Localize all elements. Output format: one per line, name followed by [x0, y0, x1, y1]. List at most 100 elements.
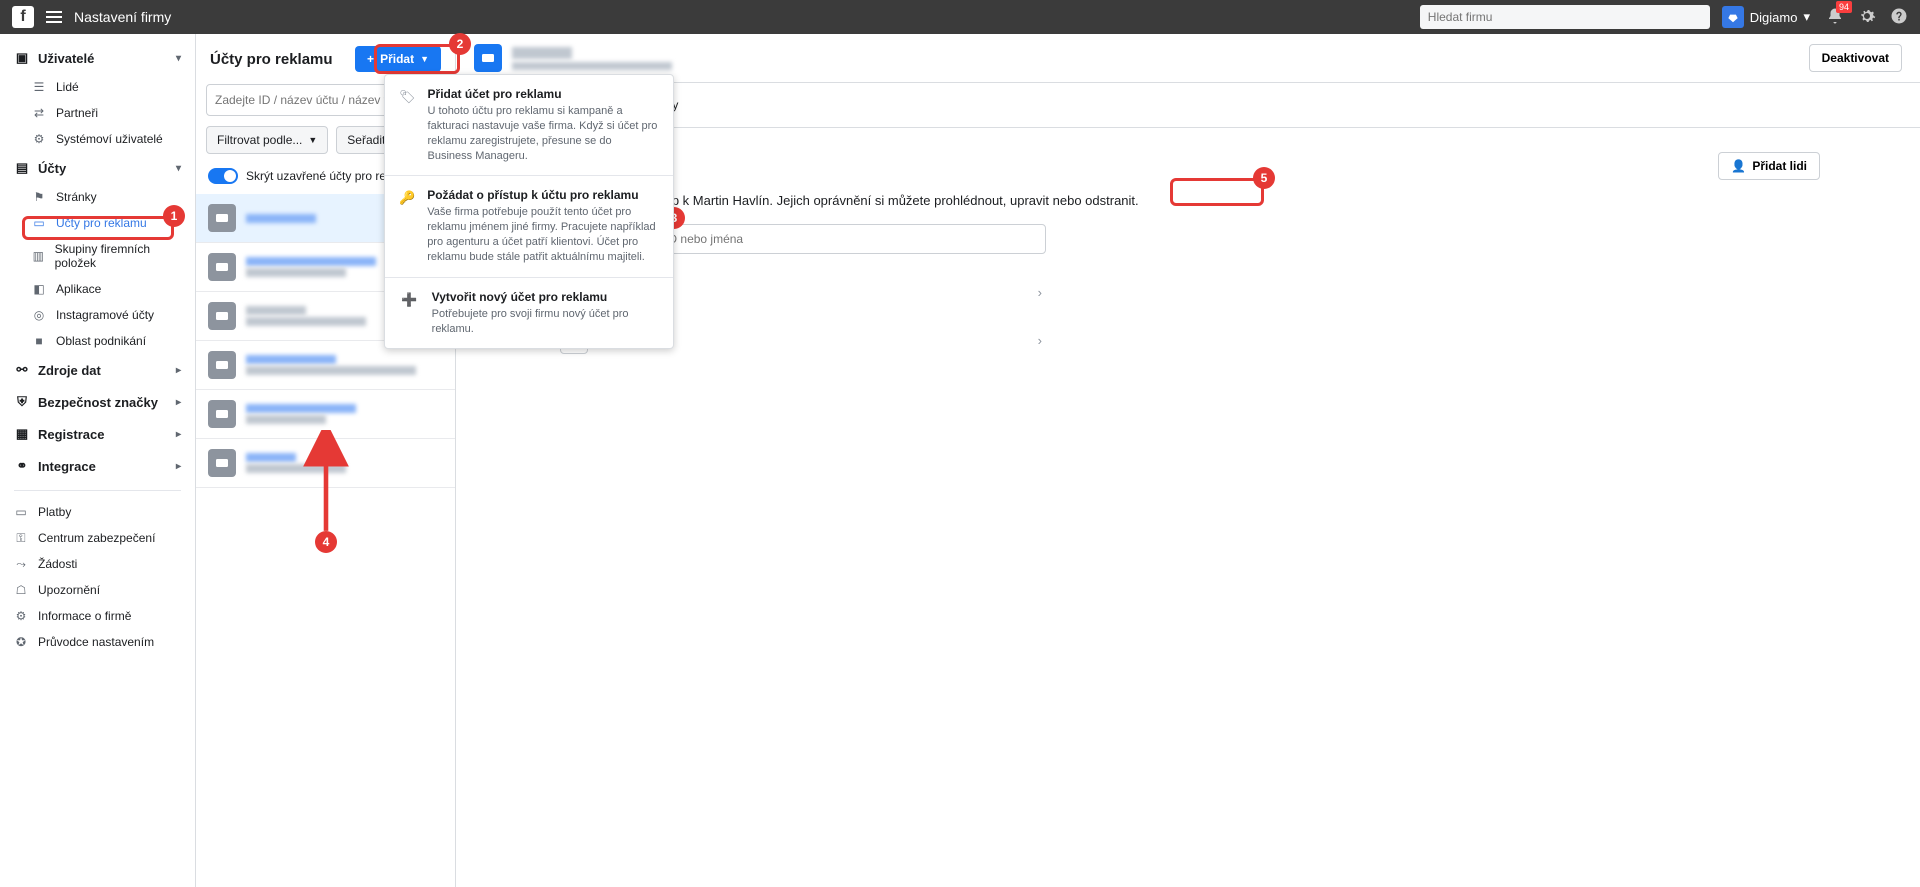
- sidebar-item-setup-guide[interactable]: ✪Průvodce nastavením: [0, 629, 195, 655]
- redacted-text: [246, 464, 346, 473]
- dropdown-request-access[interactable]: 🔑 Požádat o přístup k účtu pro reklamuVa…: [385, 176, 673, 276]
- ad-account-icon: ▭: [32, 216, 46, 230]
- card-icon: ▭: [14, 505, 28, 519]
- person-icon: ☰: [32, 80, 46, 94]
- shield-icon: ⛨: [14, 394, 30, 410]
- chevron-right-icon: ▸: [176, 461, 181, 472]
- people-description: Tihle lidé mají přístup k Martin Havlín.…: [556, 192, 1820, 210]
- main-content: Deaktivovat 🔗 Přidat položky né položky …: [456, 34, 1920, 887]
- tag-icon: 🏷: [399, 87, 416, 163]
- business-search[interactable]: [1420, 5, 1710, 29]
- redacted-text: [246, 415, 326, 424]
- gear-icon: ⚙: [32, 132, 46, 146]
- notifications-icon[interactable]: 94: [1826, 7, 1844, 28]
- instagram-icon: ◎: [32, 308, 46, 322]
- requests-icon: ⤳: [14, 557, 28, 571]
- sidebar-section-data-sources[interactable]: ⚯Zdroje dat ▸: [0, 354, 195, 386]
- account-row[interactable]: [196, 439, 455, 488]
- redacted-text: [246, 268, 346, 277]
- business-search-input[interactable]: [1420, 5, 1710, 29]
- sidebar-item-system-users[interactable]: ⚙Systémoví uživatelé: [0, 126, 195, 152]
- settings-icon[interactable]: [1858, 7, 1876, 28]
- add-people-button[interactable]: 👤 Přidat lidi: [1718, 152, 1820, 180]
- plus-icon: +: [367, 52, 374, 66]
- redacted-text: [246, 257, 376, 266]
- sidebar-item-partners[interactable]: ⇄Partneři: [0, 100, 195, 126]
- sidebar-item-instagram[interactable]: ◎Instagramové účty: [0, 302, 195, 328]
- sidebar-item-security-center[interactable]: ⚿Centrum zabezpečení: [0, 525, 195, 551]
- apps-icon: ◧: [32, 282, 46, 296]
- ad-account-icon: [208, 449, 236, 477]
- sidebar-item-company-info[interactable]: ⚙Informace o firmě: [0, 603, 195, 629]
- ad-account-icon: [208, 400, 236, 428]
- sidebar-item-notifications[interactable]: ☖Upozornění: [0, 577, 195, 603]
- redacted-account-name: [512, 47, 572, 59]
- compass-icon: ✪: [14, 635, 28, 649]
- accounts-column-header: Účty pro reklamu: [210, 51, 333, 68]
- ad-account-icon: [208, 351, 236, 379]
- ad-account-icon: [208, 204, 236, 232]
- notification-badge: 94: [1836, 1, 1852, 13]
- business-selector[interactable]: Digiamo ▾: [1722, 6, 1810, 28]
- sidebar-item-business-area[interactable]: ■Oblast podnikání: [0, 328, 195, 354]
- redacted-text: [246, 317, 366, 326]
- briefcase-icon: ■: [32, 334, 46, 348]
- chevron-down-icon: ▾: [176, 53, 181, 64]
- sidebar-section-registration[interactable]: ▦Registrace ▸: [0, 418, 195, 450]
- dropdown-add-ad-account[interactable]: 🏷 Přidat účet pro reklamuU tohoto účtu p…: [385, 75, 673, 175]
- chevron-down-icon: ▾: [176, 163, 181, 174]
- sidebar-section-brand-safety[interactable]: ⛨Bezpečnost značky ▸: [0, 386, 195, 418]
- left-sidebar: ▣Uživatelé ▾ ☰Lidé ⇄Partneři ⚙Systémoví …: [0, 34, 196, 887]
- business-name: Digiamo: [1750, 10, 1798, 25]
- users-icon: ▣: [14, 50, 30, 66]
- ad-account-icon: [208, 302, 236, 330]
- hamburger-icon[interactable]: [46, 11, 62, 23]
- sidebar-item-pages[interactable]: ⚑Stránky: [0, 184, 195, 210]
- chevron-right-icon: ▸: [176, 397, 181, 408]
- redacted-text: [246, 306, 306, 315]
- key-icon: 🔑: [399, 188, 415, 264]
- deactivate-button[interactable]: Deaktivovat: [1809, 44, 1902, 72]
- caret-down-icon: ▼: [420, 54, 429, 64]
- add-dropdown: 🏷 Přidat účet pro reklamuU tohoto účtu p…: [384, 74, 674, 349]
- dropdown-create-new[interactable]: ➕ Vytvořit nový účet pro reklamuPotřebuj…: [385, 278, 673, 349]
- sidebar-item-business-groups[interactable]: ▥Skupiny firemních položek: [0, 236, 195, 276]
- chevron-right-icon: ›: [1038, 285, 1042, 300]
- sidebar-section-integration[interactable]: ⚭Integrace ▸: [0, 450, 195, 482]
- redacted-text: [246, 214, 316, 223]
- document-icon: ▦: [14, 426, 30, 442]
- redacted-text: [246, 366, 416, 375]
- accounts-icon: ▤: [14, 160, 30, 176]
- add-button[interactable]: + Přidat ▼: [355, 46, 441, 72]
- business-logo-icon: [1722, 6, 1744, 28]
- facebook-logo[interactable]: f: [12, 6, 34, 28]
- redacted-account-id: [512, 62, 672, 70]
- hide-closed-toggle[interactable]: [208, 168, 238, 184]
- chevron-right-icon: ▸: [176, 365, 181, 376]
- sidebar-item-requests[interactable]: ⤳Žádosti: [0, 551, 195, 577]
- caret-down-icon: ▾: [1803, 9, 1810, 25]
- help-icon[interactable]: [1890, 7, 1908, 28]
- share-icon: ⚯: [14, 362, 30, 378]
- flag-icon: ⚑: [32, 190, 46, 204]
- caret-down-icon: ▼: [308, 135, 317, 145]
- chevron-right-icon: ›: [1038, 333, 1042, 348]
- sidebar-item-people[interactable]: ☰Lidé: [0, 74, 195, 100]
- ad-account-icon: [208, 253, 236, 281]
- top-bar: f Nastavení firmy Digiamo ▾ 94: [0, 0, 1920, 34]
- filter-button[interactable]: Filtrovat podle...▼: [206, 126, 328, 154]
- handshake-icon: ⇄: [32, 106, 46, 120]
- sidebar-section-users[interactable]: ▣Uživatelé ▾: [0, 42, 195, 74]
- person-plus-icon: 👤: [1731, 159, 1746, 173]
- sidebar-item-apps[interactable]: ◧Aplikace: [0, 276, 195, 302]
- redacted-text: [246, 404, 356, 413]
- sidebar-section-accounts[interactable]: ▤Účty ▾: [0, 152, 195, 184]
- chevron-right-icon: ▸: [176, 429, 181, 440]
- account-row[interactable]: [196, 390, 455, 439]
- redacted-text: [246, 453, 296, 462]
- sidebar-item-payments[interactable]: ▭Platby: [0, 499, 195, 525]
- lock-icon: ⚿: [14, 531, 28, 545]
- page-title: Nastavení firmy: [74, 9, 171, 25]
- bell-icon: ☖: [14, 583, 28, 597]
- sidebar-item-ad-accounts[interactable]: ▭Účty pro reklamu: [0, 210, 195, 236]
